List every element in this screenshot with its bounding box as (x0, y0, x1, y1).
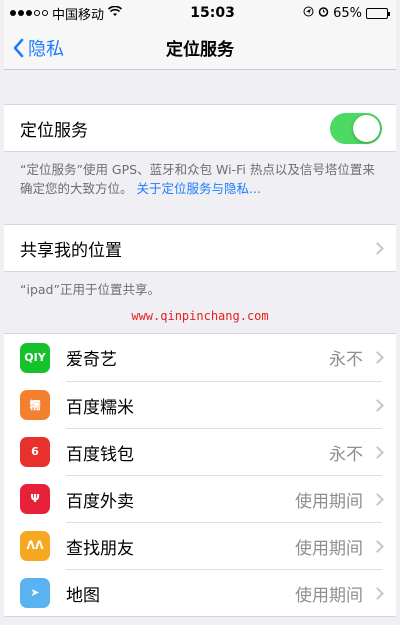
app-row[interactable]: Ψ 百度外卖 使用期间 (4, 475, 396, 522)
signal-strength-icon (10, 10, 48, 16)
status-right: 65% (303, 5, 390, 21)
status-time: 15:03 (190, 5, 235, 21)
privacy-link[interactable]: 关于定位服务与隐私... (137, 181, 261, 196)
app-permission: 永不 (329, 444, 363, 465)
app-name: 地图 (66, 585, 100, 606)
share-location-section: 共享我的位置 (4, 224, 396, 272)
location-services-label: 定位服务 (20, 120, 88, 141)
iqiyi-icon: QIY (20, 342, 50, 373)
app-row-content: 百度钱包 永不 (66, 428, 384, 475)
app-row[interactable]: 糯百度糯米 (4, 381, 396, 428)
share-location-row[interactable]: 共享我的位置 (4, 225, 396, 271)
location-services-section: 定位服务 (4, 104, 396, 152)
app-name: 百度外卖 (66, 491, 134, 512)
app-permission: 永不 (329, 350, 363, 370)
carrier-name: 中国移动 (52, 7, 105, 23)
app-row[interactable]: 6 百度钱包 永不 (4, 428, 396, 475)
app-row[interactable]: ᐱᐱ 查找朋友 使用期间 (4, 522, 396, 569)
app-row[interactable]: ➤ 地图 使用期间 (4, 569, 396, 616)
maps-icon: ➤ (20, 577, 50, 608)
battery-icon (366, 7, 390, 19)
page-title: 定位服务 (166, 40, 234, 60)
chevron-right-icon (371, 492, 384, 506)
location-services-toggle[interactable] (330, 112, 382, 144)
chevron-right-icon (371, 351, 384, 364)
chevron-right-icon (371, 586, 384, 600)
app-name: 爱奇艺 (66, 350, 117, 370)
app-permission: 使用期间 (295, 538, 363, 559)
app-name: 百度钱包 (66, 444, 134, 465)
app-row-content: 爱奇艺 永不 (66, 334, 384, 381)
back-button[interactable]: 隐私 (12, 26, 64, 70)
battery-percent: 65% (333, 5, 362, 21)
app-row[interactable]: QIY 爱奇艺 永不 (4, 334, 396, 381)
baidu-wallet-icon: 6 (20, 436, 50, 467)
share-location-note: “ipad”正用于位置共享。 (20, 282, 160, 297)
status-left: 中国移动 (10, 4, 123, 23)
baidu-nuomi-icon: 糯 (20, 389, 50, 420)
watermark: www.qinpinchang.com (131, 309, 269, 323)
app-row-content: 百度糯米 (66, 381, 384, 428)
wifi-icon (107, 5, 123, 21)
app-list: QIY 爱奇艺 永不糯百度糯米 6 百度钱包 永不 Ψ 百度外卖 使用期间 ᐱᐱ 查找朋友 使用期间 ➤… (4, 333, 396, 617)
settings-screen: 中国移动 15:03 65% 隐私 定位服务 定位服务 “定位服务”使用 GPS… (4, 0, 396, 625)
app-row-content: 百度外卖 使用期间 (66, 475, 384, 522)
app-row-content: 地图 使用期间 (66, 569, 384, 616)
app-permission: 使用期间 (295, 585, 363, 606)
app-permission: 使用期间 (295, 491, 363, 512)
status-bar: 中国移动 15:03 65% (4, 0, 396, 26)
baidu-waimai-icon: Ψ (20, 483, 50, 514)
navigation-bar: 隐私 定位服务 (4, 26, 396, 70)
share-location-label: 共享我的位置 (20, 240, 122, 261)
chevron-right-icon (371, 398, 384, 412)
find-friends-icon: ᐱᐱ (20, 530, 50, 561)
app-row-content: 查找朋友 使用期间 (66, 522, 384, 569)
chevron-right-icon (371, 539, 384, 553)
location-services-note: “定位服务”使用 GPS、蓝牙和众包 Wi-Fi 热点以及信号塔位置来确定您的大… (4, 152, 396, 210)
back-label: 隐私 (28, 39, 64, 60)
chevron-left-icon (13, 38, 24, 58)
chevron-right-icon (371, 241, 384, 255)
chevron-right-icon (371, 445, 384, 459)
location-services-row: 定位服务 (4, 105, 396, 151)
alarm-icon (318, 6, 329, 21)
location-arrow-icon (303, 6, 314, 21)
app-name: 查找朋友 (66, 538, 134, 559)
app-name: 百度糯米 (66, 397, 134, 418)
